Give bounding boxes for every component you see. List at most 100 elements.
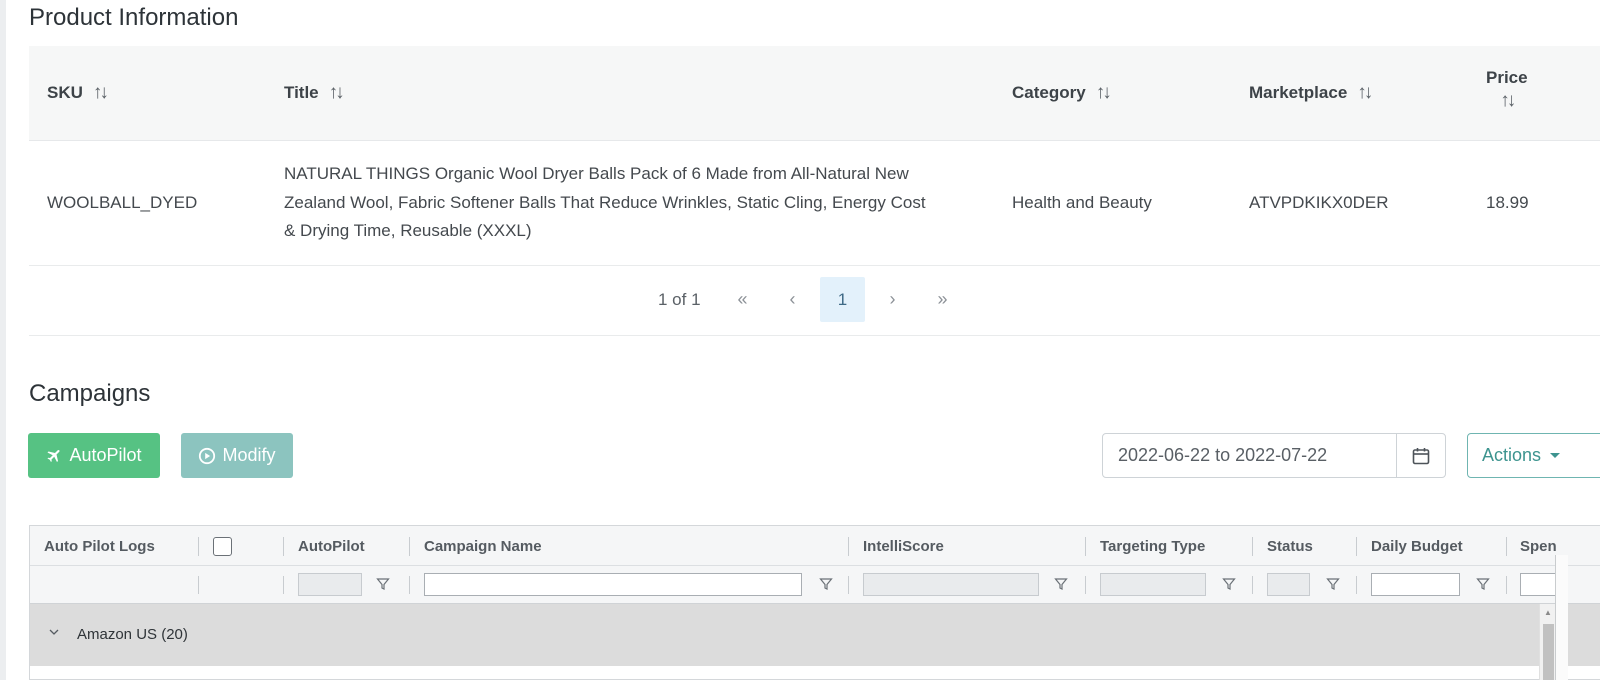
column-divider — [1356, 576, 1357, 594]
column-divider[interactable] — [1252, 537, 1253, 556]
daily-budget-filter-input[interactable] — [1371, 573, 1460, 596]
sort-icon[interactable]: ↑↓ — [93, 82, 109, 104]
campaigns-grid: Auto Pilot Logs AutoPilot Campaign Name … — [29, 525, 1600, 680]
cell-marketplace: ATVPDKIKX0DER — [1249, 193, 1389, 212]
filter-icon[interactable] — [1476, 577, 1490, 591]
play-circle-icon — [199, 447, 216, 464]
column-header-targeting-type[interactable]: Targeting Type — [1100, 526, 1205, 566]
filter-icon[interactable] — [1222, 577, 1236, 591]
pagination: 1 of 1 « ‹ 1 › » — [29, 266, 1600, 336]
column-header-price[interactable]: Price ↑↓ — [1486, 68, 1528, 112]
page-button-current[interactable]: 1 — [820, 277, 865, 322]
column-divider[interactable] — [198, 537, 199, 556]
chevron-left-icon: ‹ — [789, 289, 796, 309]
column-header-category[interactable]: Category ↑↓ — [1012, 82, 1112, 104]
scrollbar-thumb[interactable] — [1543, 624, 1554, 680]
column-divider — [198, 576, 199, 594]
product-table: SKU ↑↓ Title ↑↓ Category ↑↓ Marketplace … — [29, 46, 1600, 336]
title-line: & Drying Time, Reusable (XXXL) — [284, 221, 532, 240]
column-label-marketplace: Marketplace — [1249, 83, 1348, 102]
column-divider[interactable] — [283, 537, 284, 556]
column-divider — [1252, 576, 1253, 594]
column-header-sku[interactable]: SKU ↑↓ — [47, 82, 109, 104]
column-header-campaign-name[interactable]: Campaign Name — [424, 526, 542, 566]
cell-title: NATURAL THINGS Organic Wool Dryer Balls … — [284, 160, 994, 246]
sort-icon[interactable]: ↑↓ — [1500, 90, 1516, 112]
plane-icon — [47, 449, 61, 463]
title-line: NATURAL THINGS Organic Wool Dryer Balls … — [284, 164, 909, 183]
last-page-button[interactable]: » — [920, 277, 965, 322]
column-divider[interactable] — [848, 537, 849, 556]
select-all-checkbox[interactable] — [213, 537, 232, 556]
column-header-status[interactable]: Status — [1267, 526, 1313, 566]
grid-header: Auto Pilot Logs AutoPilot Campaign Name … — [30, 526, 1600, 566]
grid-filter-row — [30, 566, 1600, 604]
cell-price: 18.99 — [1486, 193, 1529, 212]
sort-icon[interactable]: ↑↓ — [329, 82, 345, 104]
page-summary: 1 of 1 — [658, 290, 701, 309]
column-divider — [409, 576, 410, 594]
actions-button-label: Actions — [1482, 445, 1542, 465]
filter-icon[interactable] — [819, 577, 833, 591]
column-label-category: Category — [1012, 83, 1086, 102]
column-header-spend[interactable]: Spen — [1520, 526, 1560, 566]
column-divider[interactable] — [1356, 537, 1357, 556]
filter-icon[interactable] — [376, 577, 390, 591]
cell-sku: WOOLBALL_DYED — [47, 193, 198, 212]
modify-button[interactable]: Modify — [181, 433, 293, 478]
double-chevron-left-icon: « — [737, 289, 748, 309]
column-label-title: Title — [284, 83, 319, 102]
filter-icon[interactable] — [1054, 577, 1068, 591]
column-header-title[interactable]: Title ↑↓ — [284, 82, 345, 104]
vertical-scrollbar[interactable]: ▲ — [1539, 604, 1556, 680]
column-header-marketplace[interactable]: Marketplace ↑↓ — [1249, 82, 1373, 104]
first-page-button[interactable]: « — [720, 277, 765, 322]
sort-icon[interactable]: ↑↓ — [1096, 82, 1112, 104]
chevron-right-icon: › — [889, 289, 896, 309]
product-table-header: SKU ↑↓ Title ↑↓ Category ↑↓ Marketplace … — [29, 46, 1600, 141]
column-divider — [1085, 576, 1086, 594]
column-divider — [848, 576, 849, 594]
targeting-type-filter-input[interactable] — [1100, 573, 1206, 596]
column-divider[interactable] — [409, 537, 410, 556]
column-divider — [1506, 576, 1507, 594]
group-label: Amazon US (20) — [77, 626, 188, 643]
calendar-button[interactable] — [1397, 434, 1445, 477]
column-divider — [283, 576, 284, 594]
column-divider[interactable] — [1085, 537, 1086, 556]
title-line: Zealand Wool, Fabric Softener Balls That… — [284, 192, 926, 212]
autopilot-button[interactable]: AutoPilot — [28, 433, 160, 478]
column-header-intelliscore[interactable]: IntelliScore — [863, 526, 944, 566]
spend-filter-input[interactable] — [1520, 573, 1560, 596]
cell-category: Health and Beauty — [1012, 193, 1152, 212]
autopilot-button-label: AutoPilot — [69, 445, 142, 465]
chevron-down-icon[interactable] — [48, 626, 60, 638]
date-range-input[interactable]: 2022-06-22 to 2022-07-22 — [1103, 434, 1397, 477]
double-chevron-right-icon: » — [937, 289, 948, 309]
modify-button-label: Modify — [222, 445, 276, 465]
intelliscore-filter-input[interactable] — [863, 573, 1039, 596]
status-filter-input[interactable] — [1267, 573, 1310, 596]
product-section-title: Product Information — [29, 4, 239, 31]
column-header-auto-pilot-logs[interactable]: Auto Pilot Logs — [44, 526, 155, 566]
campaigns-section-title: Campaigns — [29, 380, 151, 407]
column-label-price: Price — [1486, 68, 1528, 87]
table-row[interactable]: WOOLBALL_DYED NATURAL THINGS Organic Woo… — [29, 141, 1600, 266]
group-row-amazon-us[interactable]: Amazon US (20) — [30, 604, 1600, 666]
sort-icon[interactable]: ↑↓ — [1357, 82, 1373, 104]
column-header-autopilot[interactable]: AutoPilot — [298, 526, 365, 566]
left-rail — [0, 0, 6, 680]
filter-icon[interactable] — [1326, 577, 1340, 591]
date-range-picker[interactable]: 2022-06-22 to 2022-07-22 — [1102, 433, 1446, 478]
column-divider[interactable] — [1506, 537, 1507, 556]
caret-down-icon — [1550, 452, 1561, 458]
column-label-sku: SKU — [47, 83, 83, 102]
prev-page-button[interactable]: ‹ — [770, 277, 815, 322]
actions-dropdown-button[interactable]: Actions — [1467, 433, 1600, 478]
side-panel-edge — [1555, 555, 1568, 680]
campaign-name-filter-input[interactable] — [424, 573, 802, 596]
column-header-daily-budget[interactable]: Daily Budget — [1371, 526, 1463, 566]
scroll-up-arrow-icon[interactable]: ▲ — [1544, 608, 1552, 617]
next-page-button[interactable]: › — [870, 277, 915, 322]
autopilot-filter-input[interactable] — [298, 573, 362, 596]
